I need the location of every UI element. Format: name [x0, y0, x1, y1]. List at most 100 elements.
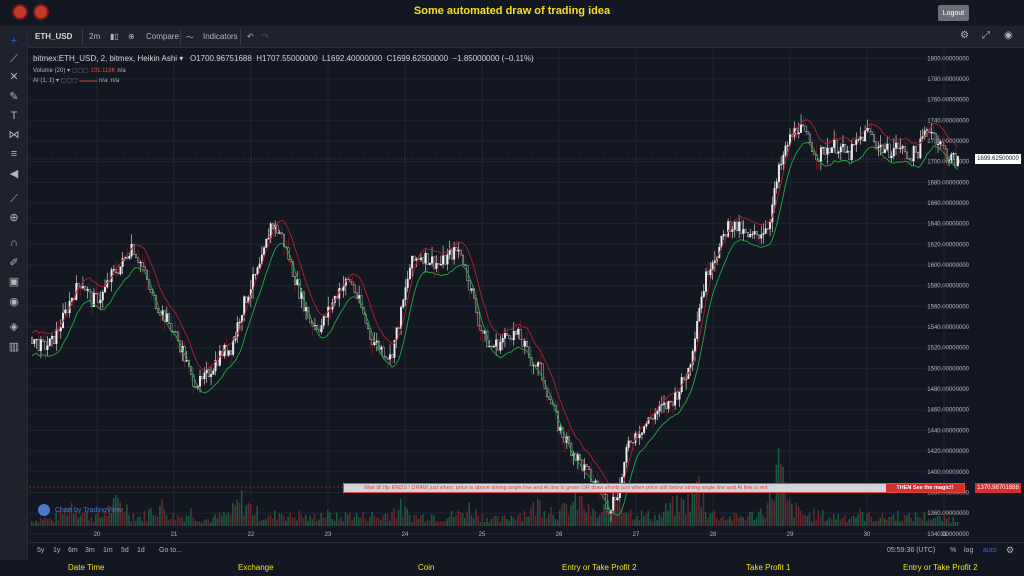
volume-bar	[346, 514, 349, 526]
price-chart[interactable]: 1800.00000000 1780.00000000 1760.00000000 1…	[29, 50, 975, 540]
volume-bar	[892, 514, 895, 526]
candle-body	[501, 338, 504, 343]
candle-body	[884, 149, 886, 153]
candle-body	[777, 164, 780, 182]
chart-style-icon[interactable]: ▮▯	[110, 32, 119, 41]
volume-study-label[interactable]: Volume (20) ▾	[33, 68, 70, 74]
volume-bar	[795, 503, 798, 526]
volume-bar	[587, 503, 590, 526]
volume-bar	[338, 519, 340, 526]
volume-bar	[99, 517, 102, 526]
y-tick-label: 1580.00000000	[927, 284, 969, 290]
range-1y[interactable]: 1y	[53, 547, 60, 554]
volume-bar	[419, 515, 422, 526]
brush-icon[interactable]: ✎	[7, 90, 21, 104]
text-icon[interactable]: T	[7, 109, 21, 123]
range-3m[interactable]: 3m	[85, 547, 95, 554]
volume-bar	[446, 518, 448, 526]
range-5y[interactable]: 5y	[37, 547, 44, 554]
indicators-icon[interactable]: 〜	[186, 32, 194, 43]
candle-body	[791, 134, 794, 137]
ai-study-label[interactable]: AI (1, 1) ▾	[33, 78, 59, 84]
candle-body	[576, 454, 579, 461]
back-arrow-icon[interactable]: ◀	[7, 167, 21, 181]
range-1d[interactable]: 1d	[137, 547, 145, 554]
volume-bar	[430, 514, 433, 526]
eye-icon[interactable]: ◉	[7, 295, 21, 309]
compare-icon[interactable]: ⊕	[128, 32, 135, 41]
volume-bar	[225, 514, 227, 526]
auto-toggle[interactable]: auto	[983, 547, 997, 554]
snapshot-icon[interactable]: ◉	[1004, 30, 1013, 41]
candle-body	[265, 238, 268, 248]
volume-bar	[382, 515, 384, 526]
logout-button[interactable]: Logout	[938, 5, 969, 21]
volume-bar	[408, 514, 411, 526]
measure-icon[interactable]: ⟋	[7, 192, 21, 206]
volume-bar	[596, 517, 599, 526]
volume-bar	[715, 517, 718, 526]
volume-bar	[194, 520, 197, 526]
volume-bar	[190, 508, 192, 526]
candle-body	[705, 271, 707, 292]
tradingview-watermark[interactable]: Chart by TradingView	[38, 504, 122, 516]
volume-bar	[192, 516, 194, 526]
legend-title[interactable]: bitmex:ETH_USD, 2, bitmex, Heikin Ashi ▾	[33, 54, 183, 63]
volume-bar	[402, 516, 404, 526]
compare-button[interactable]: Compare	[146, 32, 179, 41]
legend-change: −1.85000000 (−0.11%)	[452, 54, 534, 63]
candle-body	[212, 370, 215, 375]
candle-body	[271, 223, 274, 230]
volume-bar	[746, 515, 749, 526]
volume-bar	[258, 521, 261, 526]
goto-button[interactable]: Go to...	[159, 547, 182, 554]
volume-bar	[437, 521, 440, 526]
zoom-icon[interactable]: ⊕	[7, 211, 21, 225]
candle-body	[614, 496, 617, 501]
redo-icon[interactable]: ↷	[262, 32, 269, 41]
trash-icon[interactable]: ▥	[7, 340, 21, 354]
settings-icon[interactable]: ⚙	[960, 30, 969, 41]
volume-bar	[293, 517, 296, 526]
undo-icon[interactable]: ↶	[247, 32, 254, 41]
candle-body	[667, 400, 670, 409]
layers-icon[interactable]: ◈	[7, 320, 21, 334]
range-1m[interactable]: 1m	[103, 547, 113, 554]
magnet-icon[interactable]: ∩	[7, 236, 21, 250]
symbol-search[interactable]: ETH_USD	[35, 32, 72, 41]
volume-bar	[196, 521, 199, 526]
volume-bar	[170, 519, 172, 526]
volume-bar	[254, 514, 256, 526]
volume-bar	[519, 513, 521, 526]
pattern-icon[interactable]: ⋈	[7, 128, 21, 142]
volume-bar	[872, 521, 875, 526]
volume-bar	[868, 511, 870, 526]
stay-drawing-icon[interactable]: ✐	[7, 256, 21, 270]
fib-icon[interactable]: ✕	[7, 70, 21, 84]
prediction-icon[interactable]: ≡	[7, 147, 21, 161]
candle-body	[669, 400, 672, 403]
volume-bar	[581, 496, 583, 526]
candle-body	[698, 308, 701, 322]
range-5d[interactable]: 5d	[121, 547, 129, 554]
volume-bar	[523, 511, 526, 526]
y-tick-label: 1440.00000000	[927, 428, 969, 434]
volume-bar	[441, 521, 444, 526]
interval-select[interactable]: 2m	[89, 32, 100, 41]
candle-body	[625, 447, 628, 463]
utc-time[interactable]: 05:59:36 (UTC)	[887, 547, 935, 554]
candle-body	[506, 333, 509, 336]
candle-body	[806, 130, 809, 135]
crosshair-icon[interactable]: +	[7, 34, 21, 48]
scale-settings-icon[interactable]: ⚙	[1006, 545, 1014, 556]
fullscreen-icon[interactable]: ⤢	[982, 30, 990, 41]
candle-body	[497, 339, 500, 351]
log-toggle[interactable]: log	[964, 547, 973, 554]
percent-toggle[interactable]: %	[950, 547, 956, 554]
lock-icon[interactable]: ▣	[7, 275, 21, 289]
candle-body	[937, 143, 939, 146]
trend-line-icon[interactable]: ⟋	[7, 52, 21, 66]
indicators-button[interactable]: Indicators	[203, 32, 238, 41]
candle-body	[780, 163, 783, 166]
range-6m[interactable]: 6m	[68, 547, 78, 554]
